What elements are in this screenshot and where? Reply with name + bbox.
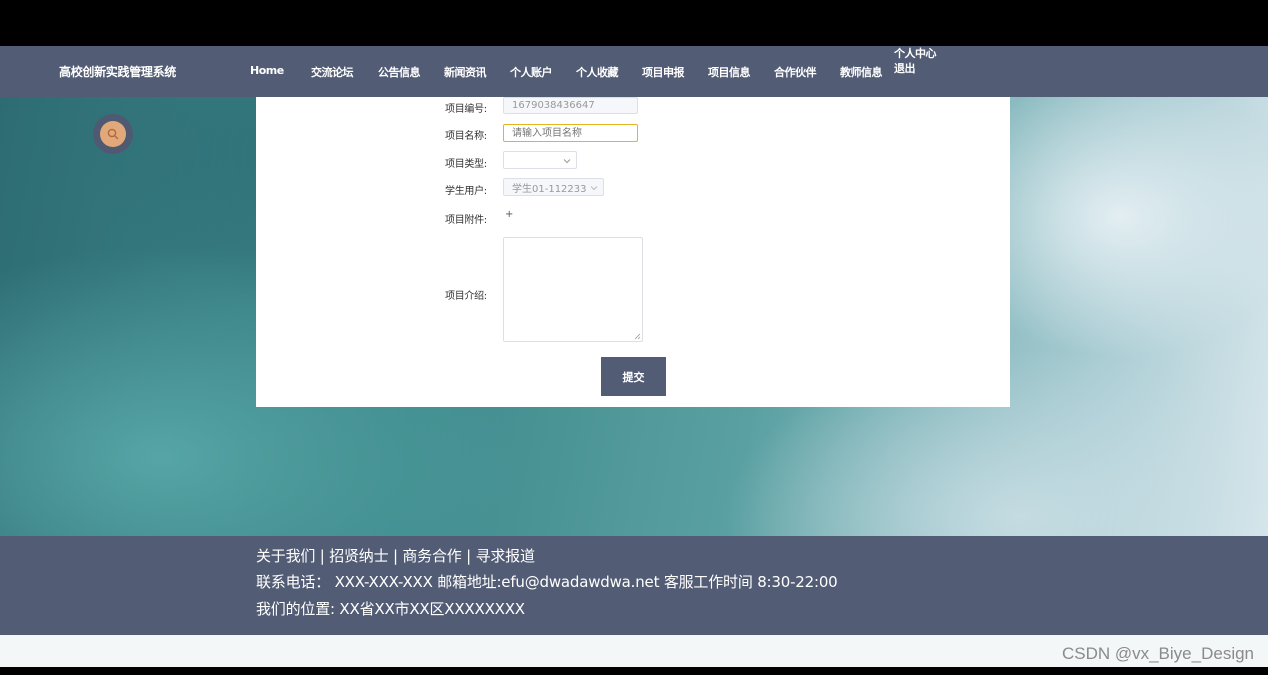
nav-favorites[interactable]: 个人收藏 <box>576 64 619 80</box>
search-button[interactable] <box>93 114 133 154</box>
nav-user-center[interactable]: 个人中心 <box>894 46 937 61</box>
chevron-down-icon <box>590 186 598 191</box>
attachment-label: 项目附件: <box>445 215 487 226</box>
footer-contact: 联系电话： XXX-XXX-XXX 邮箱地址:efu@dwadawdwa.net… <box>256 573 838 591</box>
user-menu: 个人中心 退出 <box>894 46 937 76</box>
chevron-down-icon <box>563 159 571 164</box>
intro-textarea[interactable] <box>503 237 643 342</box>
nav-forum[interactable]: 交流论坛 <box>311 64 354 80</box>
project-type-label: 项目类型: <box>445 159 487 170</box>
project-name-label: 项目名称: <box>445 131 487 142</box>
nav-home[interactable]: Home <box>250 64 284 77</box>
footer: 关于我们 | 招贤纳士 | 商务合作 | 寻求报道 联系电话： XXX-XXX-… <box>0 536 1268 635</box>
nav-account[interactable]: 个人账户 <box>510 64 553 80</box>
site-title: 高校创新实践管理系统 <box>59 65 177 79</box>
nav-logout[interactable]: 退出 <box>894 61 936 76</box>
watermark: CSDN @vx_Biye_Design <box>1061 644 1254 663</box>
project-type-select[interactable] <box>503 151 577 169</box>
nav-partners[interactable]: 合作伙伴 <box>774 64 817 80</box>
project-no-field: 1679038436647 <box>503 97 638 114</box>
project-name-input[interactable] <box>503 124 638 142</box>
nav-teachers[interactable]: 教师信息 <box>840 64 883 80</box>
nav-announcements[interactable]: 公告信息 <box>378 64 421 80</box>
footer-address: 我们的位置: XX省XX市XX区XXXXXXXX <box>256 600 525 618</box>
project-no-value: 1679038436647 <box>512 100 595 111</box>
nav-news[interactable]: 新闻资讯 <box>444 64 487 80</box>
student-user-value: 学生01-112233 <box>512 183 587 195</box>
intro-label: 项目介绍: <box>445 291 487 302</box>
top-navbar: 高校创新实践管理系统 Home 交流论坛 公告信息 新闻资讯 个人账户 个人收藏… <box>0 46 1268 97</box>
footer-links[interactable]: 关于我们 | 招贤纳士 | 商务合作 | 寻求报道 <box>256 545 535 566</box>
screen-bottom-bar <box>0 667 1268 675</box>
student-user-label: 学生用户: <box>445 186 487 197</box>
resize-grip-icon[interactable] <box>633 332 641 340</box>
submit-button[interactable]: 提交 <box>601 357 666 396</box>
screen-top-bar <box>0 0 1268 46</box>
nav-project-info[interactable]: 项目信息 <box>708 64 751 80</box>
nav-project-apply[interactable]: 项目申报 <box>642 64 685 80</box>
student-user-select[interactable]: 学生01-112233 <box>503 178 604 196</box>
bottom-strip: CSDN @vx_Biye_Design <box>0 635 1268 667</box>
project-no-label: 项目编号: <box>445 104 487 115</box>
add-attachment-button[interactable]: + <box>505 209 513 220</box>
search-icon <box>107 128 119 140</box>
